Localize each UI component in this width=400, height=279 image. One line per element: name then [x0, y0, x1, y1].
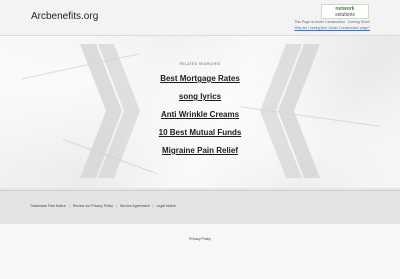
bottom-bar — [0, 224, 400, 279]
related-searches-label: RELATED SEARCHES — [179, 62, 221, 66]
related-link-anti-wrinkle[interactable]: Anti Wrinkle Creams — [0, 110, 400, 119]
related-link-migraine[interactable]: Migraine Pain Relief — [0, 146, 400, 155]
related-link-mutual-funds[interactable]: 10 Best Mutual Funds — [0, 128, 400, 137]
footer-link-trademark[interactable]: Trademark Free Notice — [30, 204, 66, 208]
related-link-song-lyrics[interactable]: song lyrics — [0, 92, 400, 101]
footer-separator: | — [116, 204, 117, 208]
under-construction-link[interactable]: Why am I seeing this 'Under Construction… — [294, 26, 370, 30]
footer-separator: | — [152, 204, 154, 208]
related-link-mortgage[interactable]: Best Mortgage Rates — [0, 74, 400, 83]
footer-link-service-agreement[interactable]: Service Agreement — [120, 204, 150, 208]
footer-links: Trademark Free Notice | Review our Privacy… — [30, 204, 176, 208]
footer-link-privacy-review[interactable]: Review our Privacy Policy — [73, 204, 113, 208]
footer-separator: | — [68, 204, 70, 208]
site-name: Arcbenefits.org — [31, 11, 99, 22]
privacy-policy-link[interactable]: Privacy Policy — [0, 237, 400, 241]
under-construction-notice: This Page is Under Construction - Coming… — [294, 20, 370, 24]
footer-link-legal-notice[interactable]: Legal Notice — [156, 204, 175, 208]
logo-line2: solutions — [335, 12, 355, 18]
header: Arcbenefits.org network solutions This P… — [0, 0, 400, 36]
network-solutions-logo[interactable]: network solutions — [321, 4, 369, 19]
